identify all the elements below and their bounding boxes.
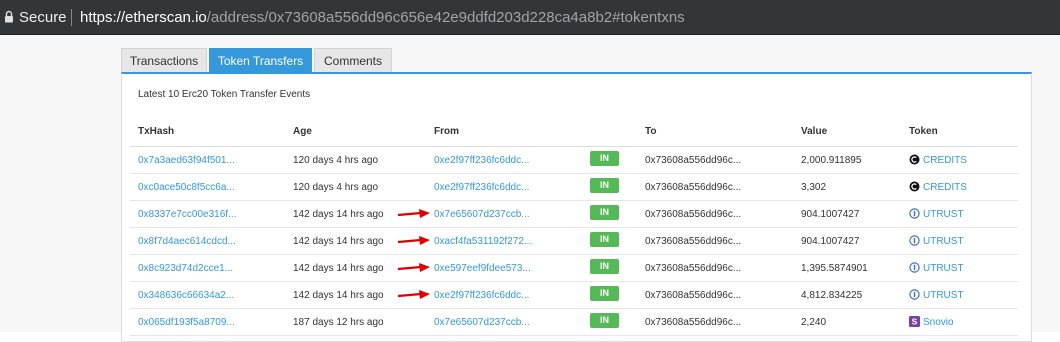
header-from: From xyxy=(434,126,459,137)
value-text: 3,302 xyxy=(801,182,827,193)
token-transfer-table: TxHash Age From To Value Token 0x7a3aed6… xyxy=(130,118,1018,336)
header-txhash: TxHash xyxy=(138,126,175,137)
value-text: 4,812.834225 xyxy=(801,290,863,301)
value-text: 2,240 xyxy=(801,317,827,328)
direction-badge: IN xyxy=(590,286,619,301)
address-divider xyxy=(71,9,72,26)
table-row: 0x348636c66634a2... 142 days 14 hrs ago 0x… xyxy=(130,282,1018,309)
txhash-link[interactable]: 0xc0ace50c8f5cc6a... xyxy=(138,182,235,193)
tab-transactions[interactable]: Transactions xyxy=(121,48,207,72)
direction-badge: IN xyxy=(590,259,619,274)
url-text[interactable]: https://etherscan.io/address/0x73608a556… xyxy=(80,9,685,26)
table-row: 0x7a3aed63f94f501... 120 days 4 hrs ago 0x… xyxy=(130,147,1018,174)
direction-badge: IN xyxy=(590,205,619,220)
address-bar[interactable]: Secure https://etherscan.io/address/0x73… xyxy=(0,0,1060,35)
from-address-link[interactable]: 0x7e65607d237ccb... xyxy=(434,209,530,220)
txhash-link[interactable]: 0x348636c66634a2... xyxy=(138,290,234,301)
utrust-icon xyxy=(909,235,920,246)
lock-icon xyxy=(5,10,13,23)
to-address-text: 0x73608a556dd96c... xyxy=(645,155,742,166)
value-text: 904.1007427 xyxy=(801,209,860,220)
token-link[interactable]: Snovio xyxy=(923,317,954,328)
utrust-icon xyxy=(909,289,920,300)
tab-comments[interactable]: Comments xyxy=(314,48,392,72)
age-text: 142 days 14 hrs ago xyxy=(293,236,384,247)
age-text: 120 days 4 hrs ago xyxy=(293,155,379,166)
snovio-icon: S xyxy=(909,316,920,327)
table-body: 0x7a3aed63f94f501... 120 days 4 hrs ago 0x… xyxy=(130,147,1018,336)
header-token: Token xyxy=(909,126,938,137)
credits-icon xyxy=(909,181,920,192)
to-address-text: 0x73608a556dd96c... xyxy=(645,317,742,328)
age-text: 142 days 14 hrs ago xyxy=(293,209,384,220)
value-text: 2,000.911895 xyxy=(801,155,862,166)
table-row: 0x8f7d4aec614cdcd... 142 days 14 hrs ago 0… xyxy=(130,228,1018,255)
url-host: https://etherscan.io xyxy=(80,9,207,26)
token-link[interactable]: CREDITS xyxy=(923,182,967,193)
txhash-link[interactable]: 0x065df193f5a8709... xyxy=(138,317,235,328)
direction-badge: IN xyxy=(590,232,619,247)
txhash-link[interactable]: 0x8c923d74d2cce1... xyxy=(138,263,233,274)
svg-text:S: S xyxy=(912,317,918,327)
token-link[interactable]: UTRUST xyxy=(923,236,964,247)
credits-icon xyxy=(909,154,920,165)
value-text: 904.1007427 xyxy=(801,236,860,247)
table-row: 0xc0ace50c8f5cc6a... 120 days 4 hrs ago 0x… xyxy=(130,174,1018,201)
token-link[interactable]: UTRUST xyxy=(923,209,964,220)
utrust-icon xyxy=(909,262,920,273)
table-header: TxHash Age From To Value Token xyxy=(130,118,1018,147)
url-path: /address/0x73608a556dd96c656e42e9ddfd203… xyxy=(206,9,685,26)
red-arrow-annotation xyxy=(398,236,430,245)
secure-label: Secure xyxy=(19,9,67,26)
from-address-link[interactable]: 0xe2f97ff236fc6ddc... xyxy=(434,290,529,301)
age-text: 187 days 12 hrs ago xyxy=(293,317,384,328)
txhash-link[interactable]: 0x8f7d4aec614cdcd... xyxy=(138,236,236,247)
from-address-link[interactable]: 0xacf4fa531192f272... xyxy=(434,236,532,247)
panel-title: Latest 10 Erc20 Token Transfer Events xyxy=(138,89,311,100)
to-address-text: 0x73608a556dd96c... xyxy=(645,236,742,247)
header-age: Age xyxy=(293,126,312,137)
from-address-link[interactable]: 0xe597eef9fdee573... xyxy=(434,263,531,274)
direction-badge: IN xyxy=(590,313,619,328)
age-text: 142 days 14 hrs ago xyxy=(293,290,384,301)
table-row: 0x8c923d74d2cce1... 142 days 14 hrs ago 0x… xyxy=(130,255,1018,282)
from-address-link[interactable]: 0xe2f97ff236fc6ddc... xyxy=(434,155,529,166)
from-address-link[interactable]: 0x7e65607d237ccb... xyxy=(434,317,530,328)
to-address-text: 0x73608a556dd96c... xyxy=(645,263,742,274)
token-link[interactable]: UTRUST xyxy=(923,263,964,274)
red-arrow-annotation xyxy=(398,290,430,299)
txhash-link[interactable]: 0x8337e7cc00e316f... xyxy=(138,209,236,220)
token-link[interactable]: UTRUST xyxy=(923,290,964,301)
direction-badge: IN xyxy=(590,151,619,166)
to-address-text: 0x73608a556dd96c... xyxy=(645,209,742,220)
direction-badge: IN xyxy=(590,178,619,193)
value-text: 1,395.5874901 xyxy=(801,263,868,274)
table-row: 0x8337e7cc00e316f... 142 days 14 hrs ago 0… xyxy=(130,201,1018,228)
age-text: 120 days 4 hrs ago xyxy=(293,182,379,193)
token-transfers-panel: Latest 10 Erc20 Token Transfer Events Tx… xyxy=(121,72,1032,342)
red-arrow-annotation xyxy=(398,263,430,272)
to-address-text: 0x73608a556dd96c... xyxy=(645,182,742,193)
red-arrow-annotation xyxy=(398,209,430,218)
from-address-link[interactable]: 0xe2f97ff236fc6ddc... xyxy=(434,182,529,193)
to-address-text: 0x73608a556dd96c... xyxy=(645,290,742,301)
utrust-icon xyxy=(909,208,920,219)
header-to: To xyxy=(645,126,657,137)
age-text: 142 days 14 hrs ago xyxy=(293,263,384,274)
header-value: Value xyxy=(801,126,828,137)
token-link[interactable]: CREDITS xyxy=(923,155,967,166)
txhash-link[interactable]: 0x7a3aed63f94f501... xyxy=(138,155,235,166)
tab-token-transfers[interactable]: Token Transfers xyxy=(209,48,312,72)
